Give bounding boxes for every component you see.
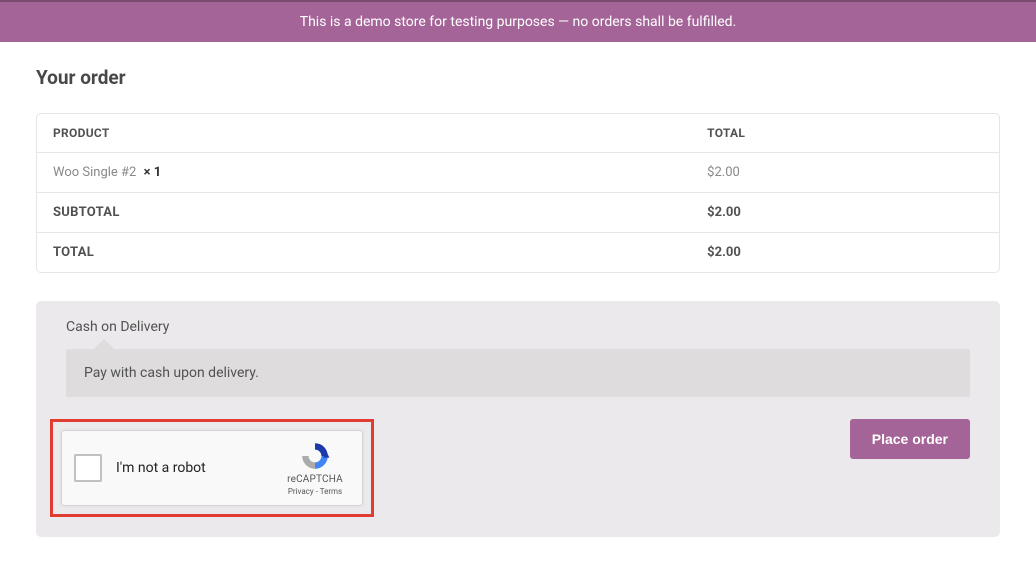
recaptcha-links: Privacy - Terms [280, 487, 350, 496]
your-order-heading: Your order [36, 66, 1000, 89]
recaptcha-brand: reCAPTCHA [280, 474, 350, 485]
place-order-wrap: Place order [850, 419, 970, 459]
payment-desc-wrap: Pay with cash upon delivery. [36, 349, 1000, 411]
table-row: Woo Single #2 × 1 $2.00 [37, 153, 999, 193]
demo-store-text: This is a demo store for testing purpose… [300, 14, 737, 30]
product-price: $2.00 [691, 153, 999, 193]
recaptcha-widget: I'm not a robot reCAPTCHA [61, 430, 363, 506]
total-value: $2.00 [691, 233, 999, 272]
checkout-container: Your order PRODUCT TOTAL Woo Single #2 ×… [0, 42, 1036, 561]
order-review-table: PRODUCT TOTAL Woo Single #2 × 1 $2.00 SU… [36, 113, 1000, 273]
total-row: TOTAL $2.00 [37, 233, 999, 272]
col-total: TOTAL [691, 114, 999, 153]
demo-store-banner: This is a demo store for testing purpose… [0, 0, 1036, 42]
recaptcha-highlight: I'm not a robot reCAPTCHA [50, 419, 374, 517]
col-product: PRODUCT [37, 114, 691, 153]
subtotal-row: SUBTOTAL $2.00 [37, 193, 999, 233]
table-header-row: PRODUCT TOTAL [37, 114, 999, 153]
product-name: Woo Single #2 [53, 165, 136, 180]
place-order-button[interactable]: Place order [850, 419, 970, 459]
subtotal-label: SUBTOTAL [37, 193, 691, 233]
recaptcha-badge: reCAPTCHA Privacy - Terms [280, 440, 350, 496]
payment-description: Pay with cash upon delivery. [66, 349, 970, 397]
product-qty: × 1 [144, 165, 162, 180]
total-label: TOTAL [37, 233, 691, 272]
recaptcha-privacy-link[interactable]: Privacy [288, 487, 314, 496]
payment-footer: I'm not a robot reCAPTCHA [36, 419, 1000, 517]
payment-method-label[interactable]: Cash on Delivery [36, 301, 1000, 349]
product-cell: Woo Single #2 × 1 [37, 153, 691, 193]
subtotal-value: $2.00 [691, 193, 999, 233]
recaptcha-terms-link[interactable]: Terms [320, 487, 342, 496]
recaptcha-checkbox[interactable] [74, 454, 102, 482]
recaptcha-label: I'm not a robot [116, 460, 280, 476]
payment-box: Cash on Delivery Pay with cash upon deli… [36, 301, 1000, 537]
recaptcha-icon [299, 440, 331, 472]
